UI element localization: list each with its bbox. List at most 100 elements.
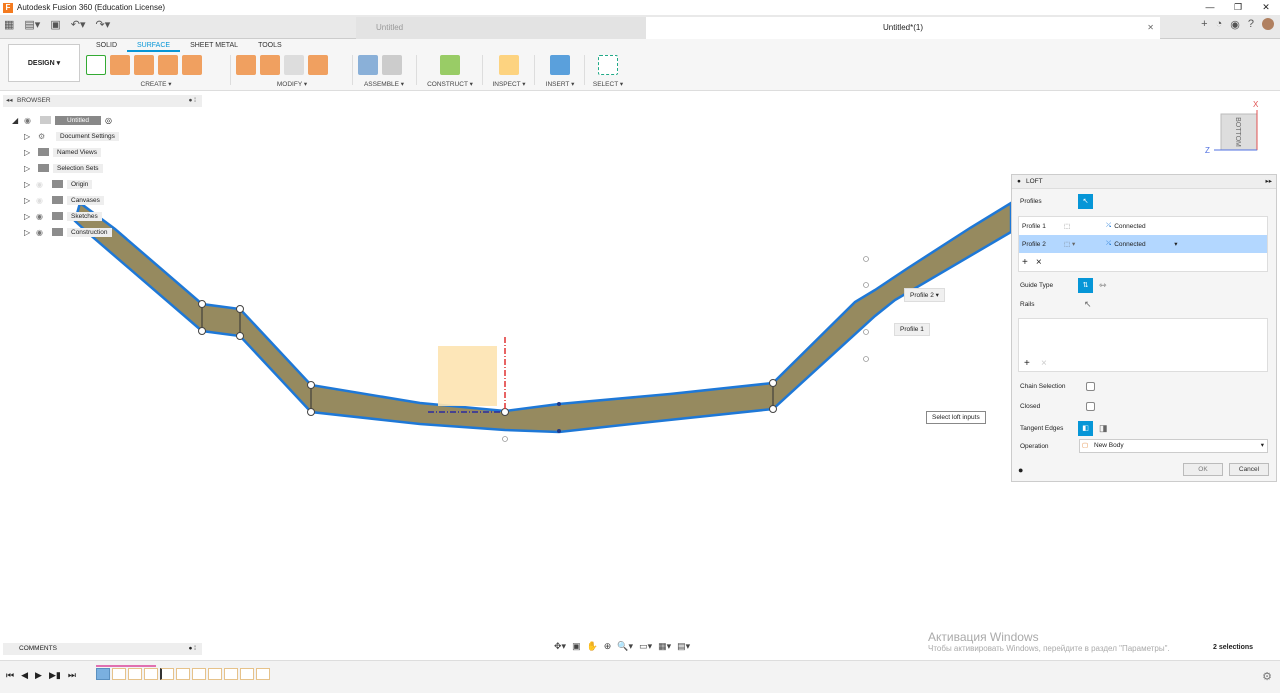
workspace-design-button[interactable]: DESIGN ▾ [8, 44, 80, 82]
file-menu-icon[interactable]: ▤▾ [24, 18, 40, 31]
keep-tangent-edges-icon[interactable]: ◨ [1099, 423, 1108, 434]
browser-pin-icon[interactable]: ● ⁞ [188, 95, 196, 107]
construct-menu[interactable]: CONSTRUCT ▾ [422, 80, 478, 88]
apps-grid-icon[interactable]: ▦ [4, 18, 14, 31]
browser-panel-header[interactable]: ◂◂ BROWSER ● ⁞ [3, 95, 202, 107]
rails-list[interactable]: + × [1018, 318, 1268, 372]
tab-untitled-1[interactable]: Untitled*(1) ✕ [646, 17, 1160, 39]
notifications-icon[interactable]: ◉ [1230, 18, 1240, 31]
expand-icon[interactable]: ▷ [24, 132, 36, 141]
expand-icon[interactable]: ▷ [24, 196, 36, 205]
comments-add-icon[interactable]: ● ⁞ [188, 643, 196, 655]
close-button[interactable]: ✕ [1252, 0, 1280, 15]
profile-2-tag[interactable]: Profile 2 ▾ [904, 288, 945, 302]
window-select-icon[interactable] [598, 55, 618, 75]
modify-menu[interactable]: MODIFY ▾ [236, 80, 348, 88]
extrude-icon[interactable] [110, 55, 130, 75]
assemble-menu[interactable]: ASSEMBLE ▾ [358, 80, 410, 88]
look-at-icon[interactable]: ▣ [572, 641, 581, 652]
measure-icon[interactable] [499, 55, 519, 75]
remove-profile-button[interactable]: × [1036, 257, 1042, 268]
undo-icon[interactable]: ↶▾ [71, 18, 86, 31]
loft-icon[interactable] [182, 55, 202, 75]
loft-dialog-header[interactable]: ● LOFT ▸▸ [1012, 175, 1276, 189]
new-tab-icon[interactable]: + [1201, 18, 1207, 31]
timeline-feature[interactable] [176, 668, 190, 680]
timeline-feature[interactable] [96, 668, 110, 680]
browser-root[interactable]: ◢ ◉ Untitled ◎ [12, 112, 119, 128]
revolve-icon[interactable] [134, 55, 154, 75]
go-to-start-icon[interactable]: ⏮ [6, 670, 14, 681]
collapse-icon[interactable]: ◂◂ [6, 95, 13, 107]
patch-icon[interactable] [236, 55, 256, 75]
expand-icon[interactable]: ▷ [24, 180, 36, 189]
insert-image-icon[interactable] [550, 55, 570, 75]
add-rail-button[interactable]: + [1024, 358, 1030, 369]
cancel-button[interactable]: Cancel [1229, 463, 1269, 476]
expand-icon[interactable]: ▷ [24, 212, 36, 221]
inspect-menu[interactable]: INSPECT ▾ [488, 80, 530, 88]
browser-item-sketches[interactable]: ▷ ◉ Sketches [12, 208, 119, 224]
browser-item-construction[interactable]: ▷ ◉ Construction [12, 224, 119, 240]
table-row[interactable]: Profile 2 ⬚ ▾ ⤯ Connected ▾ [1019, 235, 1267, 253]
save-icon[interactable]: ▣ [50, 18, 60, 31]
add-profile-button[interactable]: + [1022, 257, 1028, 268]
timeline-feature[interactable] [192, 668, 206, 680]
timeline-feature[interactable] [144, 668, 158, 680]
go-to-end-icon[interactable]: ⏭ [68, 670, 76, 681]
collapse-triangle-icon[interactable]: ◢ [12, 116, 24, 125]
profiles-select-button[interactable]: ↖ [1078, 194, 1093, 209]
offset-plane-icon[interactable] [440, 55, 460, 75]
comments-panel[interactable]: COMMENTS ● ⁞ [3, 643, 202, 655]
orbit-icon[interactable]: ✥▾ [554, 641, 566, 652]
tab-surface[interactable]: SURFACE [127, 39, 181, 52]
expand-icon[interactable]: ▷ [24, 164, 36, 173]
tab-tools[interactable]: TOOLS [248, 39, 292, 52]
browser-item-selection-sets[interactable]: ▷ Selection Sets [12, 160, 119, 176]
expand-dialog-icon[interactable]: ▸▸ [1265, 175, 1272, 189]
browser-item-named-views[interactable]: ▷ Named Views [12, 144, 119, 160]
job-status-icon[interactable]: ◔ [1216, 18, 1223, 31]
maximize-button[interactable]: ❐ [1224, 0, 1252, 15]
rails-select-icon[interactable]: ↖ [1084, 299, 1092, 310]
fit-icon[interactable]: 🔍▾ [617, 641, 633, 652]
tab-solid[interactable]: SOLID [86, 39, 127, 52]
timeline-feature[interactable] [112, 668, 126, 680]
ok-button[interactable]: OK [1183, 463, 1223, 476]
browser-item-origin[interactable]: ▷ ◉ Origin [12, 176, 119, 192]
merge-tangent-edges-button[interactable]: ◧ [1078, 421, 1093, 436]
timeline-settings-gear-icon[interactable]: ⚙ [1262, 670, 1272, 683]
expand-icon[interactable]: ▷ [24, 228, 36, 237]
trim-icon[interactable] [284, 55, 304, 75]
tab-sheet-metal[interactable]: SHEET METAL [180, 39, 248, 52]
visibility-eye-icon[interactable]: ◉ [36, 228, 50, 237]
step-back-icon[interactable]: ◀ [21, 670, 28, 681]
timeline-feature[interactable] [240, 668, 254, 680]
sweep-icon[interactable] [158, 55, 178, 75]
timeline-feature[interactable] [208, 668, 222, 680]
viewcube[interactable]: BOTTOM X Z [1205, 100, 1259, 155]
expand-icon[interactable]: ▷ [24, 148, 36, 157]
table-row[interactable]: Profile 1 ⬚ ⤯ Connected [1019, 217, 1267, 235]
timeline-feature[interactable] [224, 668, 238, 680]
profile-icon[interactable]: ⬚ ▾ [1064, 240, 1106, 248]
minimize-button[interactable]: — [1196, 0, 1224, 15]
create-sketch-icon[interactable] [86, 55, 106, 75]
hidden-eye-icon[interactable]: ◉ [36, 196, 50, 205]
display-settings-icon[interactable]: ▭▾ [639, 641, 652, 652]
timeline-feature[interactable] [128, 668, 142, 680]
step-forward-icon[interactable]: ▶▮ [49, 670, 61, 681]
chain-selection-checkbox[interactable] [1086, 382, 1095, 391]
operation-select[interactable]: ▢ New Body ▾ [1079, 439, 1268, 453]
browser-item-canvases[interactable]: ▷ ◉ Canvases [12, 192, 119, 208]
pan-icon[interactable]: ✋ [587, 641, 598, 652]
browser-item-document-settings[interactable]: ▷ ⚙ Document Settings [12, 128, 119, 144]
guide-rails-button[interactable]: ⇅ [1078, 278, 1093, 293]
info-icon[interactable]: ● [1018, 465, 1023, 475]
visibility-eye-icon[interactable]: ◉ [24, 116, 38, 125]
timeline-features[interactable] [96, 668, 270, 680]
help-icon[interactable]: ? [1248, 18, 1254, 31]
play-icon[interactable]: ▶ [35, 670, 42, 681]
avatar[interactable] [1262, 18, 1274, 30]
grid-settings-icon[interactable]: ▦▾ [658, 641, 671, 652]
